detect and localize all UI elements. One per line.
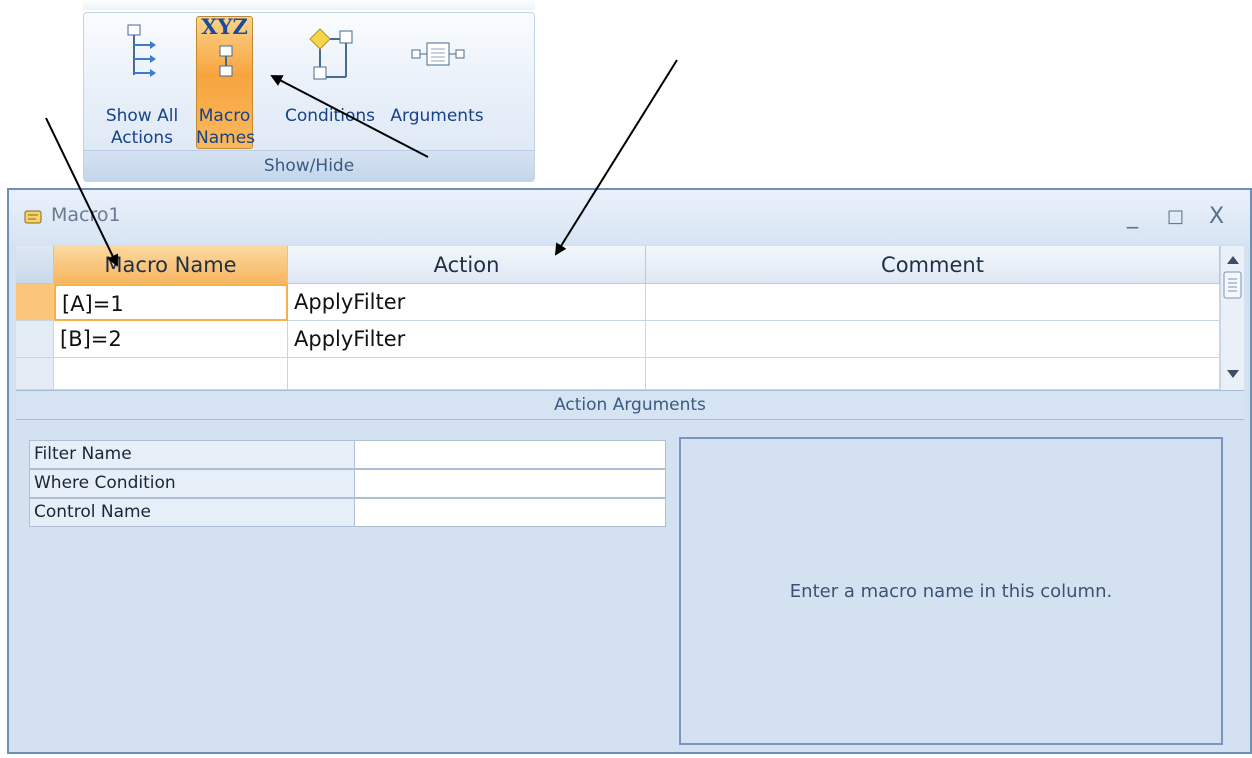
macro-names-label-line2: Names — [196, 128, 256, 148]
show-all-actions-button[interactable]: Show All Actions — [92, 19, 192, 151]
column-header-action[interactable]: Action — [288, 246, 646, 284]
conditions-icon — [309, 28, 353, 80]
help-panel: Enter a macro name in this column. — [679, 437, 1223, 745]
conditions-label: Conditions — [285, 106, 375, 126]
macro-names-label-line1: Macro — [198, 106, 251, 126]
argument-label: Filter Name — [29, 440, 355, 469]
window-titlebar[interactable]: Macro1 _ □ X — [9, 190, 1250, 244]
ribbon-group-show-hide: Show All Actions XYZ Macro Names Conditi… — [83, 12, 535, 182]
minimize-button[interactable]: _ — [1127, 206, 1138, 228]
show-all-actions-label-line1: Show All — [105, 106, 179, 126]
row-selector[interactable] — [16, 284, 54, 321]
macro-names-icon: XYZ — [201, 14, 248, 39]
close-button[interactable]: X — [1209, 206, 1224, 228]
macro-name-cell[interactable]: [A]=1 — [54, 284, 288, 321]
macro-names-button[interactable]: XYZ Macro Names — [196, 14, 256, 149]
argument-value-field[interactable] — [355, 469, 666, 498]
row-selector[interactable] — [16, 358, 54, 390]
macro-name-cell[interactable]: [B]=2 — [54, 321, 288, 358]
ribbon-group-label: Show/Hide — [84, 150, 534, 181]
scroll-up-icon[interactable] — [1227, 256, 1239, 264]
conditions-button[interactable]: Conditions — [282, 19, 378, 151]
scroll-down-icon[interactable] — [1227, 370, 1239, 378]
show-all-actions-label-line2: Actions — [110, 128, 174, 148]
macro-grid: Macro Name Action Comment [A]=1 ApplyFil… — [16, 246, 1244, 390]
argument-row-where-condition: Where Condition — [29, 469, 666, 498]
argument-row-control-name: Control Name — [29, 498, 666, 527]
argument-value-field[interactable] — [355, 440, 666, 469]
action-cell[interactable]: ApplyFilter — [288, 321, 646, 358]
vertical-scrollbar[interactable] — [1220, 246, 1244, 390]
select-all-corner[interactable] — [16, 246, 54, 284]
arguments-icon — [411, 42, 465, 66]
action-cell[interactable] — [288, 358, 646, 390]
column-header-macro-name[interactable]: Macro Name — [54, 246, 288, 284]
help-text: Enter a macro name in this column. — [789, 580, 1113, 602]
arguments-label: Arguments — [390, 106, 484, 126]
argument-value-field[interactable] — [355, 498, 666, 527]
macro-icon — [24, 210, 42, 224]
column-header-comment[interactable]: Comment — [646, 246, 1220, 284]
ribbon-top-strip — [83, 0, 535, 10]
argument-label: Where Condition — [29, 469, 355, 498]
action-cell[interactable]: ApplyFilter — [288, 284, 646, 321]
window-title: Macro1 — [51, 204, 121, 226]
macro-names-node-icon — [219, 45, 233, 77]
row-selector[interactable] — [16, 321, 54, 358]
action-arguments-table: Filter Name Where Condition Control Name — [29, 440, 666, 527]
show-all-actions-icon — [127, 24, 156, 77]
comment-cell[interactable] — [646, 284, 1220, 321]
scroll-thumb[interactable] — [1223, 271, 1242, 299]
macro-name-cell[interactable] — [54, 358, 288, 390]
comment-cell[interactable] — [646, 321, 1220, 358]
maximize-button[interactable]: □ — [1167, 206, 1184, 228]
macro-window: Macro1 _ □ X Macro Name Action Comment [… — [7, 188, 1252, 754]
action-arguments-title: Action Arguments — [16, 390, 1244, 420]
argument-label: Control Name — [29, 498, 355, 527]
comment-cell[interactable] — [646, 358, 1220, 390]
argument-row-filter-name: Filter Name — [29, 440, 666, 469]
arguments-button[interactable]: Arguments — [382, 19, 492, 151]
